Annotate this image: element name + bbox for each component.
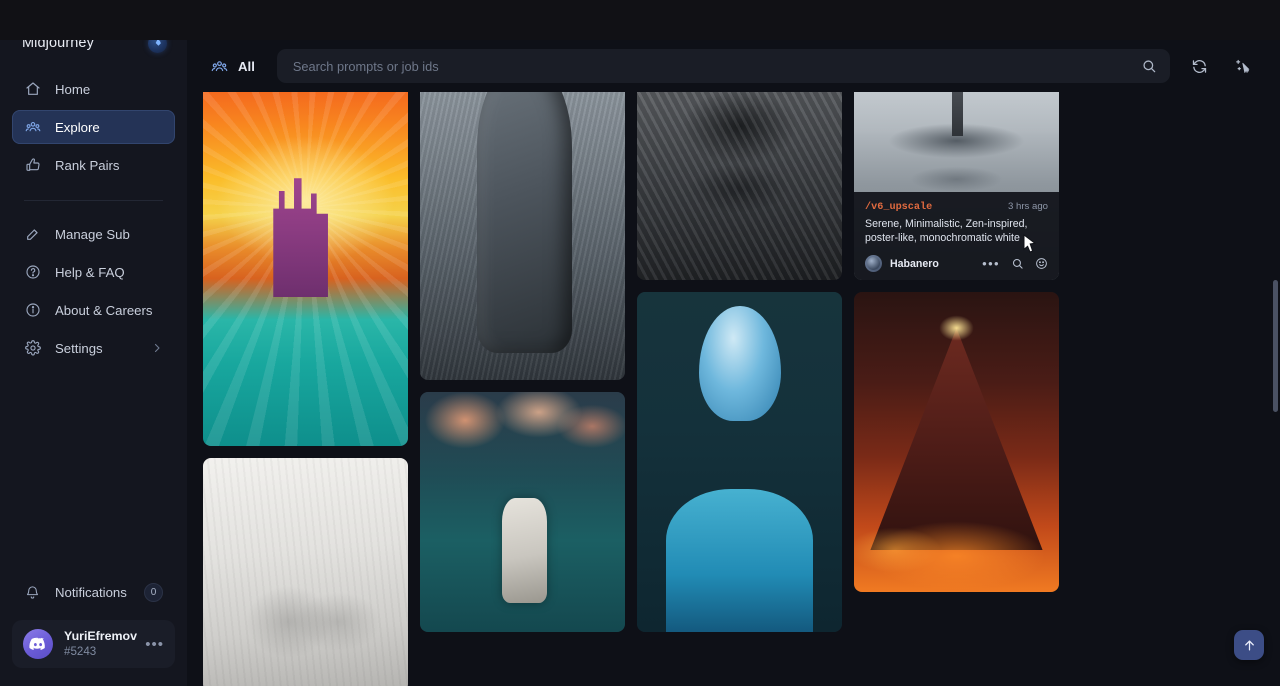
midjourney-explore-window: Midjourney Home — [0, 0, 1280, 686]
search-input[interactable] — [277, 49, 1170, 83]
window-top-strip — [0, 0, 1280, 40]
gear-icon — [24, 340, 41, 357]
notifications-label: Notifications — [55, 585, 127, 600]
chevron-right-icon — [151, 342, 163, 354]
image-grid-viewport[interactable]: /v6_upscale 3 hrs ago Serene, Minimalist… — [187, 92, 1280, 686]
avatar — [865, 255, 882, 272]
image-card-floating-island-monolith[interactable]: /v6_upscale 3 hrs ago Serene, Minimalist… — [854, 92, 1059, 280]
grid-column — [420, 92, 625, 686]
scroll-to-top-button[interactable] — [1234, 630, 1264, 660]
sidebar-item-settings[interactable]: Settings — [12, 331, 175, 365]
image-card-cyborg-woman-blue[interactable] — [637, 292, 842, 632]
sidebar-item-label: Rank Pairs — [55, 158, 120, 173]
vertical-scrollbar[interactable] — [1273, 92, 1278, 686]
sidebar-item-label: Settings — [55, 341, 103, 356]
community-icon — [211, 58, 228, 75]
sidebar: Midjourney Home — [0, 0, 187, 686]
bell-icon — [24, 584, 41, 601]
user-meta: YuriEfremov #5243 — [64, 629, 134, 659]
home-icon — [24, 81, 41, 98]
help-icon — [24, 264, 41, 281]
edit-icon — [24, 226, 41, 243]
thumbs-up-icon — [24, 157, 41, 174]
image-card-info-overlay: /v6_upscale 3 hrs ago Serene, Minimalist… — [854, 192, 1059, 280]
filter-all-button[interactable]: All — [203, 50, 263, 82]
sidebar-item-label: Home — [55, 82, 90, 97]
sparkle-cursor-icon[interactable] — [1228, 51, 1258, 81]
image-grid: /v6_upscale 3 hrs ago Serene, Minimalist… — [203, 92, 1263, 686]
search-container — [277, 49, 1170, 83]
image-card-carved-stone-face[interactable] — [637, 92, 842, 280]
sidebar-item-help-faq[interactable]: Help & FAQ — [12, 255, 175, 289]
sidebar-item-explore[interactable]: Explore — [12, 110, 175, 144]
overlay-actions: ••• — [982, 257, 1048, 270]
zoom-search-icon[interactable] — [1011, 257, 1024, 270]
sidebar-item-label: About & Careers — [55, 303, 153, 318]
notifications-badge: 0 — [144, 583, 163, 602]
info-icon — [24, 302, 41, 319]
sidebar-item-notifications[interactable]: Notifications 0 — [12, 576, 175, 608]
overlay-header: /v6_upscale 3 hrs ago — [865, 201, 1048, 213]
artwork-thumbnail — [637, 292, 842, 632]
reaction-smiley-icon[interactable] — [1035, 257, 1048, 270]
image-card-shrouded-figure-mist[interactable] — [420, 92, 625, 380]
grid-column — [203, 92, 408, 686]
user-name: YuriEfremov — [64, 629, 134, 645]
sidebar-item-rank-pairs[interactable]: Rank Pairs — [12, 148, 175, 182]
main-content: All — [187, 0, 1280, 686]
user-menu-icon[interactable]: ••• — [145, 637, 164, 652]
user-account-card[interactable]: YuriEfremov #5243 ••• — [12, 620, 175, 668]
sidebar-item-about-careers[interactable]: About & Careers — [12, 293, 175, 327]
sidebar-spacer — [12, 369, 175, 576]
sidebar-item-label: Explore — [55, 120, 100, 135]
artwork-thumbnail — [637, 92, 842, 280]
job-timestamp: 3 hrs ago — [1008, 201, 1048, 212]
sidebar-item-manage-sub[interactable]: Manage Sub — [12, 217, 175, 251]
image-card-underwater-astronaut[interactable] — [420, 392, 625, 632]
more-options-icon[interactable]: ••• — [982, 257, 1000, 270]
image-card-marble-sleeping-head[interactable] — [203, 458, 408, 686]
sidebar-divider — [24, 200, 163, 201]
job-author-name[interactable]: Habanero — [890, 258, 939, 270]
artwork-thumbnail — [203, 458, 408, 686]
artwork-thumbnail — [203, 92, 408, 446]
sidebar-nav-primary: Home Explore — [12, 72, 175, 186]
search-icon[interactable] — [1136, 53, 1162, 79]
image-card-sunset-mesa-castle-rider[interactable] — [203, 92, 408, 446]
filter-all-label: All — [238, 59, 255, 74]
sidebar-nav-secondary: Manage Sub Help & FAQ About & Careers — [12, 217, 175, 369]
scrollbar-thumb[interactable] — [1273, 280, 1278, 412]
grid-column — [637, 92, 842, 686]
sidebar-item-label: Manage Sub — [55, 227, 130, 242]
sidebar-item-label: Help & FAQ — [55, 265, 125, 280]
toolbar: All — [187, 40, 1280, 92]
job-prompt-text: Serene, Minimalistic, Zen-inspired, post… — [865, 218, 1048, 246]
artwork-thumbnail — [420, 92, 625, 380]
job-command-tag[interactable]: /v6_upscale — [865, 202, 932, 213]
user-tag: #5243 — [64, 645, 134, 659]
artwork-thumbnail — [420, 392, 625, 632]
grid-column: /v6_upscale 3 hrs ago Serene, Minimalist… — [854, 92, 1059, 686]
artwork-thumbnail — [854, 292, 1059, 592]
discord-icon — [23, 629, 53, 659]
image-card-burning-pyramid[interactable] — [854, 292, 1059, 592]
sidebar-item-home[interactable]: Home — [12, 72, 175, 106]
overlay-footer: Habanero ••• — [865, 255, 1048, 272]
refresh-icon[interactable] — [1184, 51, 1214, 81]
community-icon — [24, 119, 41, 136]
